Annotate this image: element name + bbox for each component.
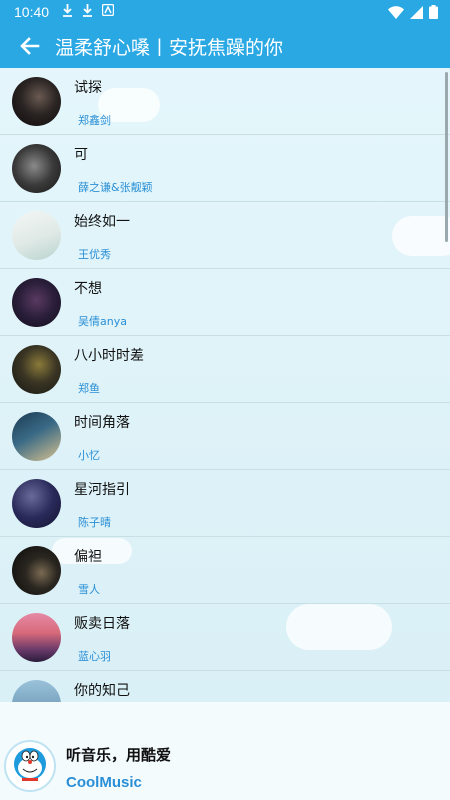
song-row[interactable]: 八小时时差 郑鱼 xyxy=(0,336,450,403)
doraemon-logo-icon xyxy=(4,740,56,792)
album-cover xyxy=(12,680,61,702)
song-artist: 雪人 xyxy=(78,583,100,596)
song-title: 星河指引 xyxy=(74,482,130,498)
song-title: 贩卖日落 xyxy=(74,616,130,632)
song-artist: 小忆 xyxy=(78,449,100,462)
album-cover xyxy=(12,479,61,528)
back-button[interactable] xyxy=(16,32,44,60)
song-artist: 郑鑫剑 xyxy=(78,114,111,127)
status-system-icons xyxy=(388,5,438,19)
album-cover xyxy=(12,211,61,260)
song-artist: 郑鱼 xyxy=(78,382,100,395)
album-cover xyxy=(12,412,61,461)
song-row[interactable]: 时间角落 小忆 xyxy=(0,403,450,470)
album-cover xyxy=(12,278,61,327)
album-cover xyxy=(12,345,61,394)
song-row[interactable]: 试探 郑鑫剑 xyxy=(0,68,450,135)
page-title: 温柔舒心嗓丨安抚焦躁的你 xyxy=(55,37,284,59)
song-row[interactable]: 可 薛之谦&张靓颖 xyxy=(0,135,450,202)
app-bar: 温柔舒心嗓丨安抚焦躁的你 xyxy=(0,24,450,68)
song-title: 时间角落 xyxy=(74,415,130,431)
song-artist: 王优秀 xyxy=(78,248,111,261)
song-row[interactable]: 贩卖日落 蓝心羽 xyxy=(0,604,450,671)
album-cover xyxy=(12,546,61,595)
song-artist: 吴倩anya xyxy=(78,315,127,328)
song-row[interactable]: 星河指引 陈子晴 xyxy=(0,470,450,537)
list-scrollbar[interactable] xyxy=(445,72,448,242)
song-artist: 蓝心羽 xyxy=(78,650,111,663)
song-list[interactable]: 试探 郑鑫剑 可 薛之谦&张靓颖 始终如一 王优秀 不想 吴倩anya 八小时时… xyxy=(0,68,450,702)
album-cover xyxy=(12,77,61,126)
status-notification-icons xyxy=(62,4,114,17)
wifi-icon xyxy=(388,5,404,19)
arrow-left-icon xyxy=(20,37,40,55)
battery-icon xyxy=(429,5,438,19)
song-title: 试探 xyxy=(74,80,102,96)
song-row[interactable]: 始终如一 王优秀 xyxy=(0,202,450,269)
album-cover xyxy=(12,144,61,193)
album-cover xyxy=(12,613,61,662)
status-time: 10:40 xyxy=(14,4,50,20)
song-row[interactable]: 偏袒 雪人 xyxy=(0,537,450,604)
signal-icon xyxy=(410,5,423,19)
song-title: 可 xyxy=(74,147,88,163)
song-title: 你的知己 xyxy=(74,683,130,699)
download-icon xyxy=(83,4,92,17)
song-title: 偏袒 xyxy=(74,549,102,565)
song-artist: 薛之谦&张靓颖 xyxy=(78,181,153,194)
download-icon xyxy=(63,4,72,17)
song-title: 不想 xyxy=(74,281,102,297)
app-notification-icon xyxy=(102,4,114,16)
song-row[interactable]: 不想 吴倩anya xyxy=(0,269,450,336)
song-row[interactable]: 你的知己 xyxy=(0,671,450,702)
banner-slogan: 听音乐，用酷爱 xyxy=(66,746,172,764)
song-title: 八小时时差 xyxy=(74,348,144,364)
banner-brand: CoolMusic xyxy=(66,774,142,791)
top-app-bar: 10:40 温柔舒心嗓丨安抚焦躁的你 xyxy=(0,0,450,68)
status-bar: 10:40 xyxy=(0,0,450,24)
song-title: 始终如一 xyxy=(74,214,130,230)
song-artist: 陈子晴 xyxy=(78,516,111,529)
logo-art xyxy=(14,748,46,781)
